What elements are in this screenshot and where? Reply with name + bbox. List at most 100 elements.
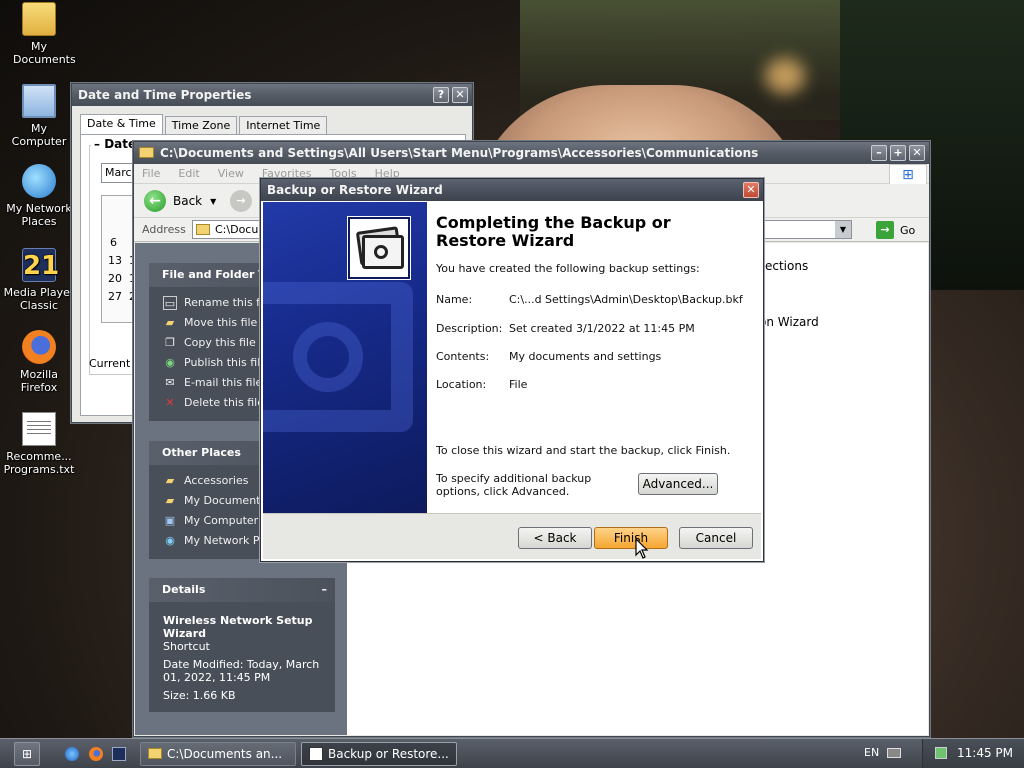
advanced-instructions: To specify additional backup options, cl… [436,472,592,498]
system-tray: 11:45 PM [922,739,1024,768]
folder-icon: ▰ [165,474,175,487]
minimize-button[interactable]: – [871,145,887,161]
quicklaunch-ie-icon[interactable] [65,747,79,761]
start-button[interactable]: ⊞ [14,742,40,766]
list-item[interactable]: ections [765,259,808,273]
wizard-banner [263,202,427,515]
desktop-icon-label: My Network Places [6,202,72,228]
computer-icon [22,84,56,118]
maximize-button[interactable]: + [890,145,906,161]
explorer-titlebar[interactable]: C:\Documents and Settings\All Users\Star… [134,142,929,164]
quicklaunch-media-icon[interactable] [112,747,126,761]
media-player-icon: 21 [22,248,59,282]
email-icon: ✉ [165,376,175,389]
tab-internet-time[interactable]: Internet Time [239,116,328,134]
address-label: Address [142,223,186,236]
clock[interactable]: 11:45 PM [957,746,1013,760]
desktop-icon-recommended-programs[interactable]: Recomme... Programs.txt [1,412,77,476]
folder-icon: ▰ [165,494,175,507]
keyboard-icon[interactable] [887,748,901,758]
list-item[interactable]: on Wizard [759,315,819,329]
computer-icon: ▣ [164,514,176,527]
datetime-titlebar[interactable]: Date and Time Properties ? ✕ [72,84,472,106]
folder-icon [139,147,154,158]
close-button[interactable]: ✕ [909,145,925,161]
tab-date-time[interactable]: Date & Time [80,114,163,134]
folder-icon [196,224,210,235]
desktop-icon-label: Recomme... Programs.txt [3,450,75,476]
move-icon: ▰ [165,316,175,329]
tab-time-zone[interactable]: Time Zone [164,116,238,134]
window-title: C:\Documents and Settings\All Users\Star… [160,146,759,160]
close-button[interactable]: ✕ [743,182,759,198]
wizard-footer: < Back Finish Cancel [263,513,761,559]
quicklaunch-firefox-icon[interactable] [89,747,103,761]
details-size: Size: 1.66 KB [163,689,236,702]
desktop-icon-label: My Documents [13,40,76,66]
desktop-icon-mozilla-firefox[interactable]: Mozilla Firefox [1,330,77,394]
field-label-location: Location: [436,378,487,391]
desktop-icon-label: Media Player Classic [3,286,75,312]
window-title: Backup or Restore Wizard [267,183,443,197]
field-label-name: Name: [436,293,473,306]
details-name: Wireless Network Setup Wizard [163,614,313,640]
field-value-location: File [509,378,528,391]
text-file-icon [22,412,56,446]
network-icon: ◉ [165,534,175,547]
desktop-icon-my-computer[interactable]: My Computer [1,84,77,148]
globe-icon: ◉ [165,356,175,369]
details-panel: Details – Wireless Network Setup Wizard … [149,578,335,712]
calendar-day[interactable]: 13 [108,254,122,267]
backup-icon [309,747,323,761]
back-button[interactable]: ← Back ▼ [144,190,216,212]
firefox-icon [22,330,56,364]
back-button[interactable]: < Back [518,527,592,549]
cancel-button[interactable]: Cancel [679,527,753,549]
desktop-icon-my-documents[interactable]: My Documents [1,2,77,66]
mouse-cursor-icon [635,538,649,559]
advanced-button[interactable]: Advanced... [638,473,718,495]
rename-icon: ▭ [163,296,177,310]
taskbar-task-backup[interactable]: Backup or Restore... [301,742,457,766]
backup-wizard-dialog[interactable]: Backup or Restore Wizard ✕ Completing th… [260,178,764,562]
copy-icon: ❐ [165,336,175,349]
field-value-description: Set created 3/1/2022 at 11:45 PM [509,322,695,335]
language-indicator[interactable]: EN [864,746,879,759]
datetime-tabs: Date & Time Time Zone Internet Time [80,114,329,134]
network-icon [22,164,56,198]
calendar-day[interactable]: 20 [108,272,122,285]
menu-file[interactable]: File [142,167,160,180]
finish-button[interactable]: Finish [594,527,668,549]
go-button[interactable]: → Go [876,220,915,240]
folder-icon [22,2,56,36]
field-value-contents: My documents and settings [509,350,662,363]
close-instructions: To close this wizard and start the backu… [436,444,731,457]
wizard-titlebar[interactable]: Backup or Restore Wizard ✕ [261,179,763,201]
back-arrow-icon: ← [144,190,166,212]
panel-body: Wireless Network Setup Wizard Shortcut D… [149,602,335,712]
taskbar-task-explorer[interactable]: C:\Documents an... [140,742,296,766]
go-arrow-icon: → [876,221,894,239]
collapse-icon[interactable]: – [322,578,328,602]
chevron-down-icon[interactable]: ▼ [210,197,216,206]
close-button[interactable]: ✕ [452,87,468,103]
address-dropdown-button[interactable]: ▼ [835,221,851,238]
wizard-intro: You have created the following backup se… [436,262,700,275]
banner-watermark-circle [293,322,363,392]
details-type: Shortcut [163,640,210,653]
forward-button[interactable]: → [230,190,252,212]
menu-edit[interactable]: Edit [178,167,199,180]
calendar-day[interactable]: 6 [110,236,117,249]
help-button[interactable]: ? [433,87,449,103]
panel-header[interactable]: Details – [149,578,335,602]
network-status-icon[interactable] [935,747,947,759]
details-modified: Date Modified: Today, March 01, 2022, 11… [163,658,320,684]
field-value-name: C:\...d Settings\Admin\Desktop\Backup.bk… [509,293,743,306]
wallpaper-light [765,58,805,94]
calendar-day[interactable]: 27 [108,290,122,303]
date-group-label: – Date [91,137,140,151]
menu-view[interactable]: View [218,167,244,180]
desktop-icon-label: Mozilla Firefox [20,368,58,394]
desktop-icon-my-network-places[interactable]: My Network Places [1,164,77,228]
desktop-icon-media-player-classic[interactable]: 21 Media Player Classic [1,248,77,312]
